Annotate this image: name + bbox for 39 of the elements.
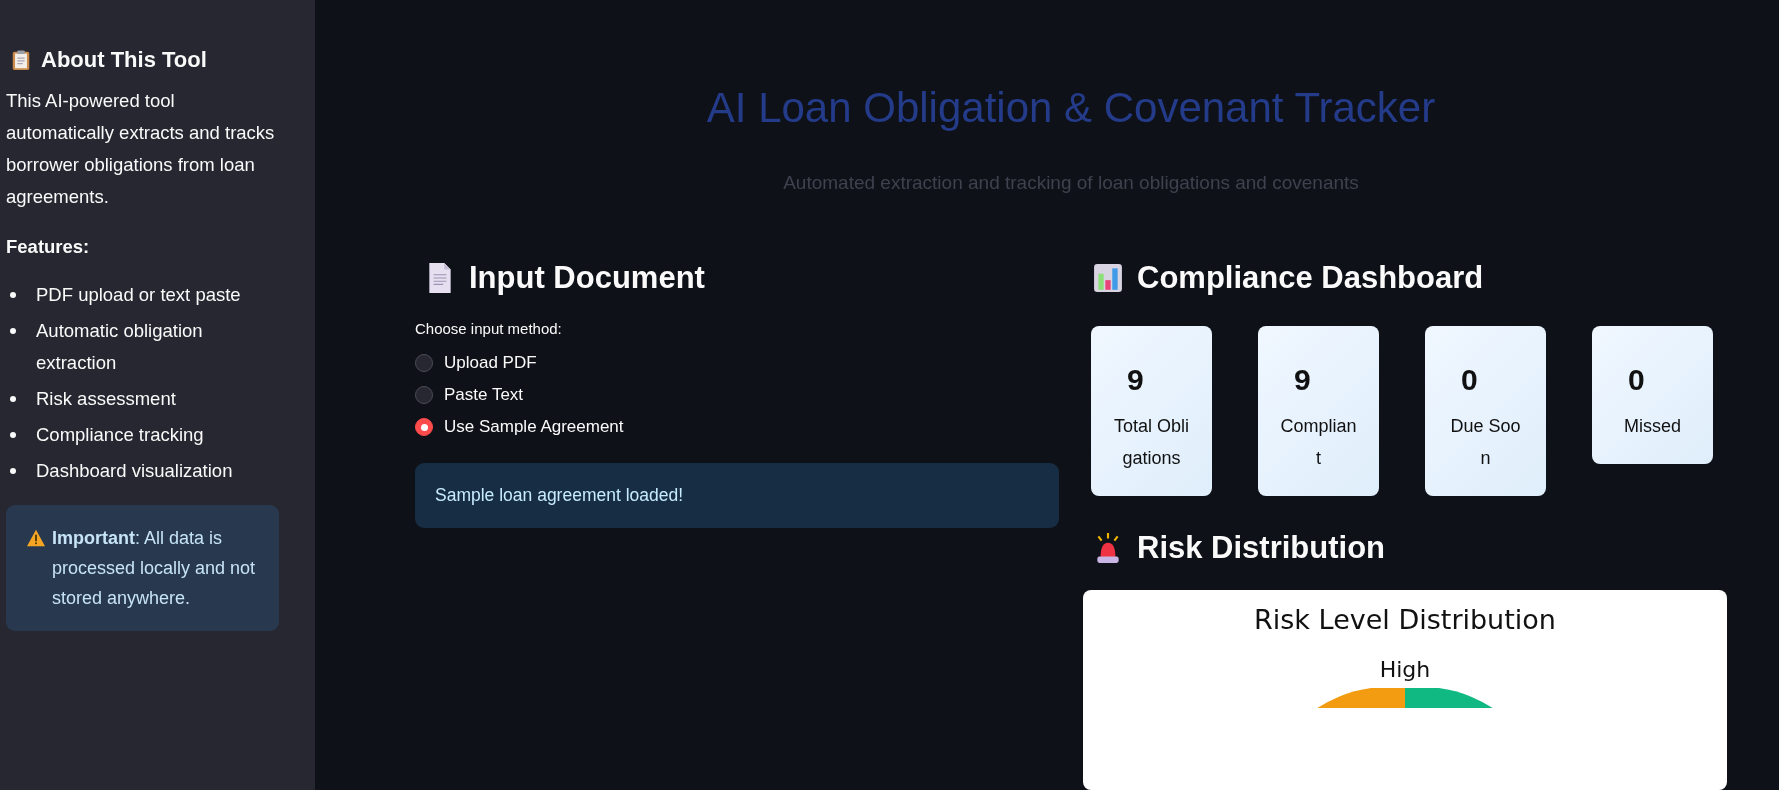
section-heading: Input Document bbox=[469, 259, 705, 297]
metric-label: Compliant bbox=[1280, 415, 1357, 470]
radio-option[interactable]: Use Sample Agreement bbox=[415, 411, 1059, 443]
notice-text: Important: All data is processed locally and not stored anywhere. bbox=[52, 527, 257, 610]
success-message: Sample loan agreement loaded! bbox=[415, 463, 1059, 528]
sidebar-title: About This Tool bbox=[41, 47, 207, 73]
bar-chart-icon bbox=[1093, 262, 1123, 294]
radio-option[interactable]: Upload PDF bbox=[415, 347, 1059, 379]
slice-label: High bbox=[1379, 657, 1431, 682]
feature-item: Risk assessment bbox=[36, 387, 176, 411]
bullet-icon bbox=[10, 432, 16, 438]
sidebar-intro: This AI-powered tool automatically extracts and tracks borrower obligations from loan agreements. bbox=[6, 89, 276, 209]
metric-label: Total Obligations bbox=[1113, 415, 1190, 470]
section-heading: Risk Distribution bbox=[1137, 529, 1385, 567]
page-title: AI Loan Obligation & Covenant Tracker bbox=[705, 83, 1437, 133]
radio-option[interactable]: Paste Text bbox=[415, 379, 1059, 411]
feature-item: Automatic obligation extraction bbox=[36, 319, 204, 375]
chart-title: Risk Level Distribution bbox=[1254, 604, 1556, 635]
metric-value: 9 bbox=[1293, 362, 1312, 398]
warning-icon bbox=[26, 529, 46, 547]
feature-item: Dashboard visualization bbox=[36, 459, 233, 483]
metric-label: Due Soon bbox=[1449, 415, 1522, 470]
metric-label: Missed bbox=[1623, 415, 1682, 438]
method-label: Choose input method: bbox=[415, 320, 563, 337]
features-heading: Features: bbox=[6, 235, 91, 259]
radio-button[interactable] bbox=[415, 354, 433, 372]
feature-item: PDF upload or text paste bbox=[36, 283, 241, 307]
bullet-icon bbox=[10, 396, 16, 402]
metric-value: 0 bbox=[1460, 362, 1479, 398]
bullet-icon bbox=[10, 328, 16, 334]
radio-button[interactable] bbox=[415, 418, 433, 436]
bullet-icon bbox=[10, 468, 16, 474]
clipboard-icon bbox=[10, 48, 32, 72]
metric-value: 9 bbox=[1126, 362, 1145, 398]
metric-value: 0 bbox=[1627, 362, 1646, 398]
bullet-icon bbox=[10, 292, 16, 298]
section-heading: Compliance Dashboard bbox=[1137, 259, 1484, 297]
feature-item: Compliance tracking bbox=[36, 423, 204, 447]
radio-button[interactable] bbox=[415, 386, 433, 404]
